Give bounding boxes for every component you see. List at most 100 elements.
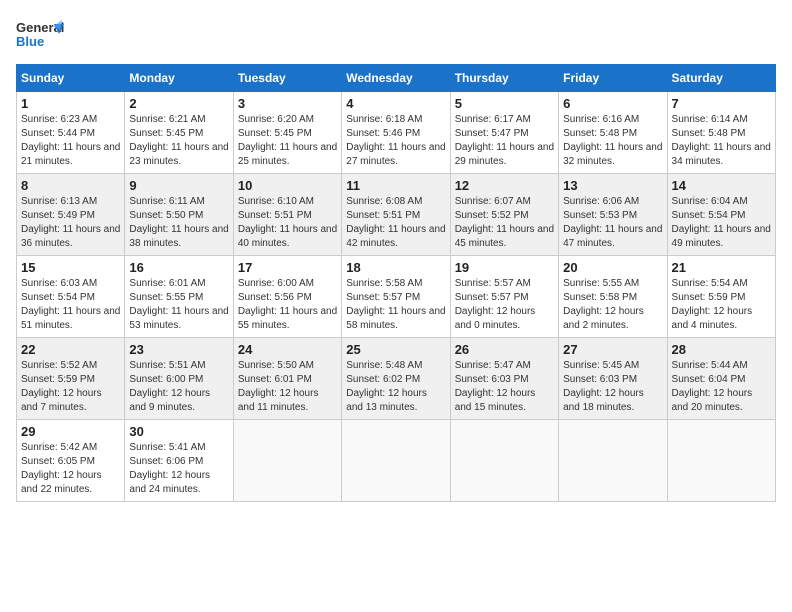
day-number: 20: [563, 260, 662, 275]
daylight-label: Daylight: 11 hours and 40 minutes.: [238, 224, 337, 249]
day-number: 18: [346, 260, 445, 275]
daylight-label: Daylight: 11 hours and 47 minutes.: [563, 224, 662, 249]
daylight-label: Daylight: 11 hours and 38 minutes.: [129, 224, 228, 249]
day-info: Sunrise: 5:41 AM Sunset: 6:06 PM Dayligh…: [129, 441, 228, 497]
daylight-label: Daylight: 12 hours and 11 minutes.: [238, 388, 319, 413]
day-info: Sunrise: 5:51 AM Sunset: 6:00 PM Dayligh…: [129, 359, 228, 415]
sunrise-label: Sunrise: 6:00 AM: [238, 278, 314, 289]
day-number: 5: [455, 96, 554, 111]
daylight-label: Daylight: 11 hours and 53 minutes.: [129, 306, 228, 331]
column-header-sunday: Sunday: [17, 65, 125, 92]
day-info: Sunrise: 6:07 AM Sunset: 5:52 PM Dayligh…: [455, 195, 554, 251]
sunrise-label: Sunrise: 5:42 AM: [21, 442, 97, 453]
daylight-label: Daylight: 11 hours and 58 minutes.: [346, 306, 445, 331]
sunrise-label: Sunrise: 6:23 AM: [21, 114, 97, 125]
day-info: Sunrise: 5:58 AM Sunset: 5:57 PM Dayligh…: [346, 277, 445, 333]
sunrise-label: Sunrise: 5:52 AM: [21, 360, 97, 371]
day-number: 19: [455, 260, 554, 275]
calendar-cell: 1 Sunrise: 6:23 AM Sunset: 5:44 PM Dayli…: [17, 92, 125, 174]
calendar-cell: 27 Sunrise: 5:45 AM Sunset: 6:03 PM Dayl…: [559, 338, 667, 420]
calendar-cell: 2 Sunrise: 6:21 AM Sunset: 5:45 PM Dayli…: [125, 92, 233, 174]
day-number: 25: [346, 342, 445, 357]
calendar-cell: [559, 420, 667, 502]
day-number: 24: [238, 342, 337, 357]
day-number: 13: [563, 178, 662, 193]
sunset-label: Sunset: 6:02 PM: [346, 374, 420, 385]
logo: General Blue: [16, 16, 64, 56]
day-info: Sunrise: 5:44 AM Sunset: 6:04 PM Dayligh…: [672, 359, 771, 415]
calendar-cell: 16 Sunrise: 6:01 AM Sunset: 5:55 PM Dayl…: [125, 256, 233, 338]
day-number: 9: [129, 178, 228, 193]
sunrise-label: Sunrise: 6:20 AM: [238, 114, 314, 125]
calendar-cell: 22 Sunrise: 5:52 AM Sunset: 5:59 PM Dayl…: [17, 338, 125, 420]
sunrise-label: Sunrise: 6:21 AM: [129, 114, 205, 125]
day-number: 17: [238, 260, 337, 275]
day-info: Sunrise: 6:06 AM Sunset: 5:53 PM Dayligh…: [563, 195, 662, 251]
sunrise-label: Sunrise: 6:01 AM: [129, 278, 205, 289]
day-number: 30: [129, 424, 228, 439]
sunset-label: Sunset: 5:55 PM: [129, 292, 203, 303]
daylight-label: Daylight: 12 hours and 20 minutes.: [672, 388, 753, 413]
day-number: 7: [672, 96, 771, 111]
column-header-wednesday: Wednesday: [342, 65, 450, 92]
calendar-cell: 21 Sunrise: 5:54 AM Sunset: 5:59 PM Dayl…: [667, 256, 775, 338]
day-number: 15: [21, 260, 120, 275]
calendar-cell: 25 Sunrise: 5:48 AM Sunset: 6:02 PM Dayl…: [342, 338, 450, 420]
sunset-label: Sunset: 5:45 PM: [129, 128, 203, 139]
sunrise-label: Sunrise: 6:06 AM: [563, 196, 639, 207]
day-number: 8: [21, 178, 120, 193]
sunrise-label: Sunrise: 5:58 AM: [346, 278, 422, 289]
daylight-label: Daylight: 11 hours and 34 minutes.: [672, 142, 771, 167]
daylight-label: Daylight: 11 hours and 45 minutes.: [455, 224, 554, 249]
daylight-label: Daylight: 12 hours and 7 minutes.: [21, 388, 102, 413]
day-number: 6: [563, 96, 662, 111]
day-info: Sunrise: 6:10 AM Sunset: 5:51 PM Dayligh…: [238, 195, 337, 251]
sunset-label: Sunset: 5:52 PM: [455, 210, 529, 221]
daylight-label: Daylight: 11 hours and 55 minutes.: [238, 306, 337, 331]
sunrise-label: Sunrise: 6:03 AM: [21, 278, 97, 289]
sunset-label: Sunset: 5:53 PM: [563, 210, 637, 221]
sunset-label: Sunset: 5:47 PM: [455, 128, 529, 139]
daylight-label: Daylight: 12 hours and 18 minutes.: [563, 388, 644, 413]
day-number: 21: [672, 260, 771, 275]
calendar-cell: 6 Sunrise: 6:16 AM Sunset: 5:48 PM Dayli…: [559, 92, 667, 174]
daylight-label: Daylight: 12 hours and 9 minutes.: [129, 388, 210, 413]
day-info: Sunrise: 5:57 AM Sunset: 5:57 PM Dayligh…: [455, 277, 554, 333]
sunrise-label: Sunrise: 5:57 AM: [455, 278, 531, 289]
calendar-header: SundayMondayTuesdayWednesdayThursdayFrid…: [17, 65, 776, 92]
day-info: Sunrise: 5:52 AM Sunset: 5:59 PM Dayligh…: [21, 359, 120, 415]
calendar-cell: 23 Sunrise: 5:51 AM Sunset: 6:00 PM Dayl…: [125, 338, 233, 420]
sunrise-label: Sunrise: 6:04 AM: [672, 196, 748, 207]
day-info: Sunrise: 5:50 AM Sunset: 6:01 PM Dayligh…: [238, 359, 337, 415]
day-info: Sunrise: 6:17 AM Sunset: 5:47 PM Dayligh…: [455, 113, 554, 169]
sunrise-label: Sunrise: 5:55 AM: [563, 278, 639, 289]
daylight-label: Daylight: 12 hours and 15 minutes.: [455, 388, 536, 413]
day-number: 16: [129, 260, 228, 275]
sunset-label: Sunset: 5:44 PM: [21, 128, 95, 139]
day-info: Sunrise: 6:23 AM Sunset: 5:44 PM Dayligh…: [21, 113, 120, 169]
calendar-cell: 12 Sunrise: 6:07 AM Sunset: 5:52 PM Dayl…: [450, 174, 558, 256]
day-number: 10: [238, 178, 337, 193]
day-info: Sunrise: 6:03 AM Sunset: 5:54 PM Dayligh…: [21, 277, 120, 333]
calendar-week-1: 1 Sunrise: 6:23 AM Sunset: 5:44 PM Dayli…: [17, 92, 776, 174]
day-info: Sunrise: 6:14 AM Sunset: 5:48 PM Dayligh…: [672, 113, 771, 169]
sunset-label: Sunset: 5:54 PM: [672, 210, 746, 221]
sunset-label: Sunset: 6:00 PM: [129, 374, 203, 385]
day-info: Sunrise: 6:13 AM Sunset: 5:49 PM Dayligh…: [21, 195, 120, 251]
calendar-cell: 20 Sunrise: 5:55 AM Sunset: 5:58 PM Dayl…: [559, 256, 667, 338]
day-number: 12: [455, 178, 554, 193]
sunset-label: Sunset: 5:48 PM: [563, 128, 637, 139]
sunrise-label: Sunrise: 6:18 AM: [346, 114, 422, 125]
calendar-cell: [667, 420, 775, 502]
calendar-cell: 29 Sunrise: 5:42 AM Sunset: 6:05 PM Dayl…: [17, 420, 125, 502]
sunset-label: Sunset: 5:59 PM: [21, 374, 95, 385]
calendar-week-4: 22 Sunrise: 5:52 AM Sunset: 5:59 PM Dayl…: [17, 338, 776, 420]
day-number: 29: [21, 424, 120, 439]
sunset-label: Sunset: 5:50 PM: [129, 210, 203, 221]
daylight-label: Daylight: 11 hours and 21 minutes.: [21, 142, 120, 167]
sunset-label: Sunset: 6:04 PM: [672, 374, 746, 385]
day-number: 14: [672, 178, 771, 193]
calendar-cell: 7 Sunrise: 6:14 AM Sunset: 5:48 PM Dayli…: [667, 92, 775, 174]
calendar-cell: 10 Sunrise: 6:10 AM Sunset: 5:51 PM Dayl…: [233, 174, 341, 256]
day-number: 23: [129, 342, 228, 357]
